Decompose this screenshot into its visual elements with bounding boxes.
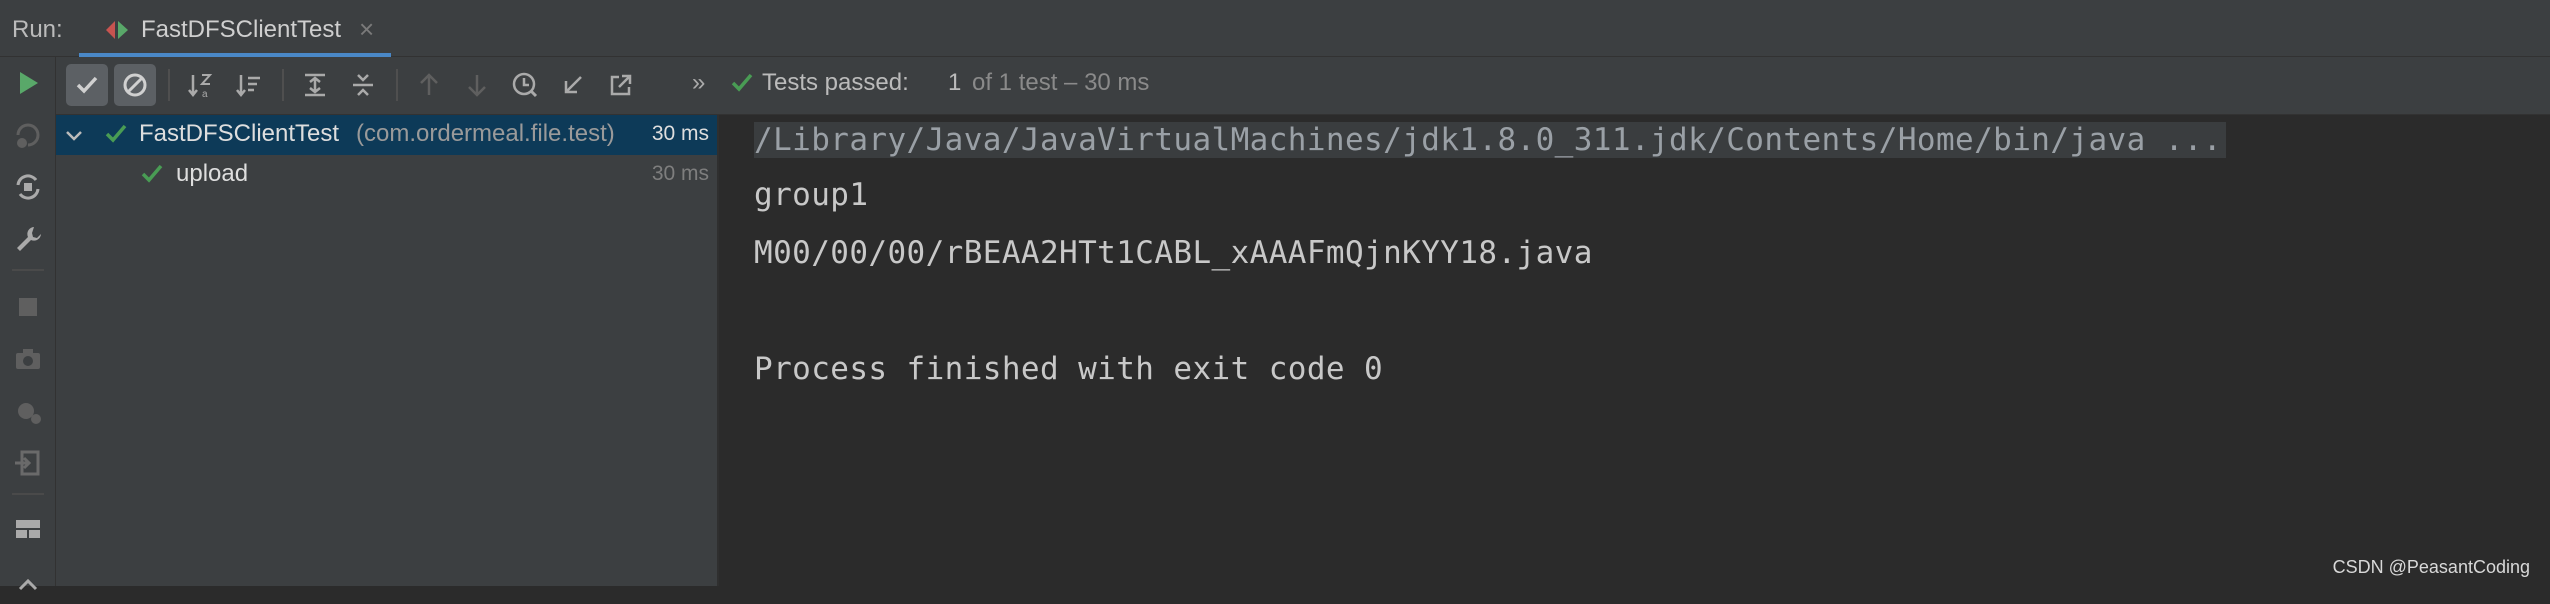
tree-node-upload[interactable]: upload 30 ms — [56, 155, 717, 195]
test-run-config-icon — [104, 19, 130, 46]
left-toolbar — [0, 57, 56, 591]
debug-settings-icon[interactable] — [10, 393, 46, 429]
passed-count: 1 — [948, 69, 962, 96]
test-duration: 30 ms — [651, 122, 709, 145]
test-duration: 30 ms — [651, 162, 709, 185]
expand-all-icon — [305, 73, 325, 97]
sort-duration-icon — [236, 75, 260, 98]
import-tests-button[interactable] — [552, 64, 594, 106]
console-line: Process finished with exit code 0 — [754, 351, 1384, 387]
rerun-failed-icon[interactable] — [10, 117, 46, 153]
run-icon[interactable] — [10, 65, 46, 101]
toolbar-separator — [168, 69, 170, 101]
check-icon — [104, 123, 128, 150]
next-failed-button[interactable] — [456, 64, 498, 106]
expand-all-button[interactable] — [294, 64, 336, 106]
check-icon — [76, 76, 98, 94]
run-tab-bar: Run: FastDFSClientTest × — [0, 0, 2550, 57]
export-tests-button[interactable] — [600, 64, 642, 106]
collapse-all-icon — [353, 74, 373, 96]
console-command-line[interactable]: /Library/Java/JavaVirtualMachines/jdk1.8… — [754, 122, 2226, 158]
test-tree: FastDFSClientTest (com.ordermeal.file.te… — [56, 115, 719, 586]
sort-alpha-icon: a — [188, 74, 213, 99]
test-class-package: (com.ordermeal.file.test) — [356, 120, 615, 147]
toggle-auto-test-icon[interactable] — [10, 169, 46, 205]
import-icon[interactable] — [10, 445, 46, 481]
export-arrow-icon — [610, 74, 632, 96]
status-label: Tests passed: — [762, 69, 909, 96]
test-history-button[interactable] — [504, 64, 546, 106]
arrow-up-icon — [420, 73, 438, 95]
console-output[interactable]: /Library/Java/JavaVirtualMachines/jdk1.8… — [719, 115, 2550, 586]
import-arrow-icon — [564, 76, 582, 94]
test-method-name: upload — [176, 160, 249, 187]
tab-fastdfsclienttest[interactable]: FastDFSClientTest × — [79, 0, 391, 57]
show-ignored-button[interactable] — [114, 64, 156, 106]
previous-failed-button[interactable] — [408, 64, 450, 106]
more-toolbar-button[interactable]: » — [692, 69, 705, 97]
check-icon — [730, 72, 754, 101]
console-line: group1 — [754, 177, 869, 213]
tree-node-fastdfsclienttest[interactable]: FastDFSClientTest (com.ordermeal.file.te… — [56, 115, 717, 155]
status-total: of 1 test – 30 ms — [972, 69, 1150, 96]
show-passed-button[interactable] — [66, 64, 108, 106]
test-class-name: FastDFSClientTest — [139, 120, 340, 147]
layout-icon[interactable] — [10, 511, 46, 547]
collapse-all-button[interactable] — [342, 64, 384, 106]
toolbar-separator — [12, 269, 44, 271]
stop-icon[interactable] — [10, 289, 46, 325]
watermark: CSDN @PeasantCoding — [2332, 557, 2530, 577]
check-icon — [140, 163, 164, 190]
sort-alphabetically-button[interactable]: a — [180, 64, 222, 106]
tab-title: FastDFSClientTest — [141, 16, 342, 43]
toolbar-separator — [12, 493, 44, 495]
run-label: Run: — [12, 16, 63, 43]
toolbar-separator — [282, 69, 284, 101]
wrench-icon[interactable] — [10, 221, 46, 257]
sort-by-duration-button[interactable] — [228, 64, 270, 106]
ignored-icon — [123, 73, 147, 97]
svg-text:a: a — [202, 89, 208, 99]
clock-icon — [512, 72, 538, 98]
console-line: M00/00/00/rBEAA2HTt1CABL_xAAAFmQjnKYY18.… — [754, 235, 1593, 271]
camera-icon[interactable] — [10, 341, 46, 377]
arrow-down-icon — [468, 75, 486, 97]
more-actions-icon[interactable] — [10, 563, 46, 599]
toolbar-separator — [396, 69, 398, 101]
test-toolbar: a » Tests passed: 1 of 1 test – 30 ms — [56, 57, 2550, 115]
chevron-down-icon[interactable] — [62, 123, 86, 152]
close-icon[interactable]: × — [359, 14, 374, 45]
